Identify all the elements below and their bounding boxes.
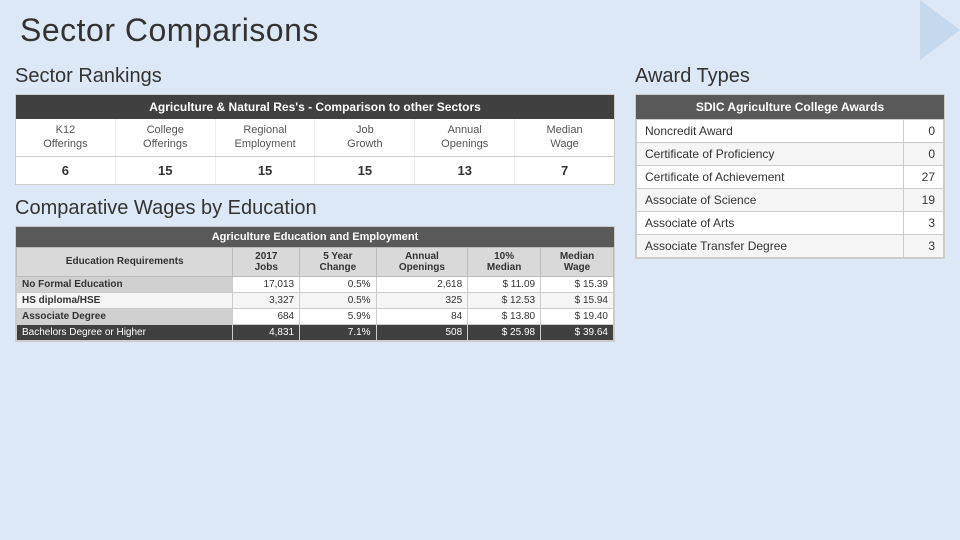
row-wage: $ 39.64 (541, 324, 614, 340)
banner-arrow (920, 0, 960, 60)
th-change: 5 YearChange (300, 247, 376, 276)
table-row: No Formal Education 17,013 0.5% 2,618 $ … (17, 276, 614, 292)
col-k12: K12Offerings (16, 119, 116, 156)
row-label: Associate Degree (17, 308, 233, 324)
th-openings: AnnualOpenings (376, 247, 468, 276)
val-k12: 6 (16, 157, 116, 184)
award-label: Certificate of Proficiency (637, 143, 904, 166)
award-table: SDIC Agriculture College Awards Noncredi… (635, 94, 945, 259)
award-label: Associate of Science (637, 189, 904, 212)
wages-section: Comparative Wages by Education Agricultu… (15, 197, 615, 530)
col-median: MedianWage (515, 119, 614, 156)
val-college: 15 (116, 157, 216, 184)
award-data-table: Noncredit Award 0 Certificate of Profici… (636, 119, 944, 258)
rankings-values-row: 6 15 15 15 13 7 (16, 157, 614, 184)
rankings-table-header: Agriculture & Natural Res's - Comparison… (16, 95, 614, 119)
list-item: Associate of Arts 3 (637, 212, 944, 235)
right-column: Award Types SDIC Agriculture College Awa… (635, 65, 945, 530)
th-median: 10%Median (468, 247, 541, 276)
col-annual: AnnualOpenings (415, 119, 515, 156)
award-value: 0 (904, 143, 944, 166)
row-wage: $ 19.40 (541, 308, 614, 324)
award-label: Noncredit Award (637, 120, 904, 143)
wages-table-header: Agriculture Education and Employment (16, 227, 614, 247)
row-jobs: 4,831 (233, 324, 300, 340)
award-value: 27 (904, 166, 944, 189)
left-column: Sector Rankings Agriculture & Natural Re… (15, 65, 615, 530)
list-item: Associate of Science 19 (637, 189, 944, 212)
row-change: 0.5% (300, 276, 376, 292)
row-jobs: 3,327 (233, 292, 300, 308)
val-job-growth: 15 (315, 157, 415, 184)
th-wage: MedianWage (541, 247, 614, 276)
wages-section-title: Comparative Wages by Education (15, 197, 615, 220)
list-item: Certificate of Proficiency 0 (637, 143, 944, 166)
th-education: Education Requirements (17, 247, 233, 276)
col-college: CollegeOfferings (116, 119, 216, 156)
row-wage: $ 15.39 (541, 276, 614, 292)
list-item: Noncredit Award 0 (637, 120, 944, 143)
row-jobs: 17,013 (233, 276, 300, 292)
row-label: No Formal Education (17, 276, 233, 292)
row-median: $ 12.53 (468, 292, 541, 308)
row-wage: $ 15.94 (541, 292, 614, 308)
wages-col-headers: Education Requirements 2017Jobs 5 YearCh… (17, 247, 614, 276)
list-item: Associate Transfer Degree 3 (637, 235, 944, 258)
rankings-col-headers: K12Offerings CollegeOfferings RegionalEm… (16, 119, 614, 157)
row-openings: 325 (376, 292, 468, 308)
row-median: $ 25.98 (468, 324, 541, 340)
col-regional: RegionalEmployment (216, 119, 316, 156)
sector-rankings-title: Sector Rankings (15, 65, 615, 88)
top-banner: Sector Comparisons (0, 0, 960, 60)
row-change: 7.1% (300, 324, 376, 340)
row-median: $ 11.09 (468, 276, 541, 292)
table-row: Associate Degree 684 5.9% 84 $ 13.80 $ 1… (17, 308, 614, 324)
list-item: Certificate of Achievement 27 (637, 166, 944, 189)
wages-table: Agriculture Education and Employment Edu… (15, 226, 615, 342)
row-change: 0.5% (300, 292, 376, 308)
page-title: Sector Comparisons (20, 12, 319, 49)
row-median: $ 13.80 (468, 308, 541, 324)
award-types-section: Award Types SDIC Agriculture College Awa… (635, 65, 945, 259)
val-median: 7 (515, 157, 614, 184)
award-types-title: Award Types (635, 65, 945, 88)
row-openings: 508 (376, 324, 468, 340)
val-annual: 13 (415, 157, 515, 184)
row-label: HS diploma/HSE (17, 292, 233, 308)
th-jobs: 2017Jobs (233, 247, 300, 276)
col-job-growth: JobGrowth (315, 119, 415, 156)
table-row: Bachelors Degree or Higher 4,831 7.1% 50… (17, 324, 614, 340)
content-area: Sector Rankings Agriculture & Natural Re… (15, 65, 945, 530)
row-openings: 84 (376, 308, 468, 324)
row-openings: 2,618 (376, 276, 468, 292)
award-label: Certificate of Achievement (637, 166, 904, 189)
award-value: 3 (904, 235, 944, 258)
row-jobs: 684 (233, 308, 300, 324)
award-value: 19 (904, 189, 944, 212)
row-label: Bachelors Degree or Higher (17, 324, 233, 340)
sector-rankings-section: Sector Rankings Agriculture & Natural Re… (15, 65, 615, 185)
rankings-table: Agriculture & Natural Res's - Comparison… (15, 94, 615, 185)
award-value: 0 (904, 120, 944, 143)
award-label: Associate Transfer Degree (637, 235, 904, 258)
table-row: HS diploma/HSE 3,327 0.5% 325 $ 12.53 $ … (17, 292, 614, 308)
val-regional: 15 (216, 157, 316, 184)
row-change: 5.9% (300, 308, 376, 324)
award-table-header: SDIC Agriculture College Awards (636, 95, 944, 119)
wages-data-table: Education Requirements 2017Jobs 5 YearCh… (16, 247, 614, 341)
award-label: Associate of Arts (637, 212, 904, 235)
award-value: 3 (904, 212, 944, 235)
